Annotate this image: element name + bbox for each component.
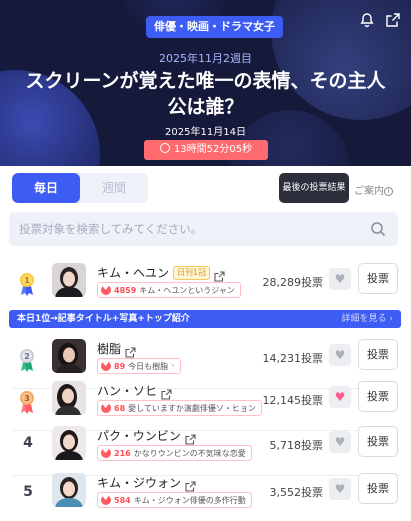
heart-icon bbox=[101, 446, 111, 458]
heart-icon bbox=[101, 283, 111, 295]
svg-text:2: 2 bbox=[24, 352, 30, 361]
vote-count: 12,145投票 bbox=[262, 394, 324, 407]
candidate-name[interactable]: キム・ジウォン bbox=[97, 474, 181, 491]
external-link-icon[interactable] bbox=[125, 343, 136, 358]
support-message-chip[interactable]: 4859 キム・ヘユンというジャン bbox=[97, 282, 241, 298]
clock-icon bbox=[159, 143, 170, 153]
vote-button[interactable]: 投票 bbox=[358, 381, 398, 412]
candidate-name[interactable]: ハン・ソヒ bbox=[97, 382, 157, 399]
daily-winner-banner: 本日1位→記事タイトル+写真+トップ紹介 詳細を見る › bbox=[9, 310, 401, 328]
rank-number: 5 bbox=[23, 484, 33, 500]
candidate-name[interactable]: 樹脂 bbox=[97, 340, 121, 357]
support-count: 68 bbox=[114, 403, 126, 413]
support-message: キム・ジウォン俳優の多作行動 bbox=[133, 495, 246, 505]
support-message-chip[interactable]: 89 今日も樹脂 › bbox=[97, 358, 181, 374]
like-button[interactable]: ♥ bbox=[329, 344, 351, 366]
support-message-chip[interactable]: 216 かなりウンビンの不気味な恋愛 bbox=[97, 445, 252, 461]
like-button[interactable]: ♥ bbox=[329, 431, 351, 453]
support-count: 584 bbox=[114, 495, 131, 505]
banner-text: 本日1位→記事タイトル+写真+トップ紹介 bbox=[17, 314, 190, 324]
category-badge: 俳優・映画・ドラマ女子 bbox=[146, 16, 283, 38]
silver-medal-icon: 2 bbox=[19, 348, 35, 372]
banner-more-link[interactable]: 詳細を見る › bbox=[342, 310, 393, 328]
poll-week: 2025年11月2週目 bbox=[159, 52, 252, 65]
chevron-right-icon: › bbox=[171, 361, 175, 371]
vote-button[interactable]: 投票 bbox=[358, 426, 398, 457]
countdown-text: 13時間52分05秒 bbox=[173, 144, 253, 155]
vote-count: 5,718投票 bbox=[269, 439, 324, 452]
like-button[interactable]: ♥ bbox=[329, 268, 351, 290]
support-message-chip[interactable]: 584 キム・ジウォン俳優の多作行動 bbox=[97, 492, 252, 508]
support-message-chip[interactable]: 68 愛していますか演劇俳優ソ・ヒョン bbox=[97, 400, 262, 416]
share-icon[interactable] bbox=[385, 12, 401, 28]
external-link-icon[interactable] bbox=[185, 477, 196, 492]
period-tabs: 毎日 週間 bbox=[12, 173, 148, 203]
gold-medal-icon: 1 bbox=[19, 272, 35, 296]
heart-icon bbox=[101, 401, 111, 413]
external-link-icon[interactable] bbox=[214, 267, 225, 282]
support-message: 愛していますか演劇俳優ソ・ヒョン bbox=[128, 403, 256, 413]
countdown-timer: 13時間52分05秒 bbox=[144, 140, 268, 160]
like-button[interactable]: ♥ bbox=[329, 386, 351, 408]
rank-number: 4 bbox=[23, 435, 33, 451]
daily-crown-badge: 日刊1冠 bbox=[173, 265, 211, 280]
tab-daily[interactable]: 毎日 bbox=[12, 173, 80, 203]
search-icon[interactable] bbox=[370, 221, 386, 237]
avatar[interactable] bbox=[52, 426, 86, 460]
support-count: 4859 bbox=[114, 285, 137, 295]
candidate-name[interactable]: キム・ヘユン bbox=[97, 264, 169, 281]
support-message: 今日も樹脂 bbox=[128, 361, 169, 371]
bell-icon[interactable] bbox=[359, 12, 375, 28]
guide-label: ご案内 bbox=[354, 186, 384, 197]
vote-button[interactable]: 投票 bbox=[358, 339, 398, 370]
guide-link[interactable]: ご案内 i bbox=[354, 182, 393, 197]
vote-count: 14,231投票 bbox=[262, 352, 324, 365]
poll-date: 2025年11月14日 bbox=[165, 127, 246, 138]
search-input[interactable] bbox=[19, 212, 359, 246]
vote-button[interactable]: 投票 bbox=[358, 263, 398, 294]
bronze-medal-icon: 3 bbox=[19, 390, 35, 414]
avatar[interactable] bbox=[52, 339, 86, 373]
avatar[interactable] bbox=[52, 381, 86, 415]
vote-button[interactable]: 投票 bbox=[358, 473, 398, 504]
hero-banner: 俳優・映画・ドラマ女子 2025年11月2週目 スクリーンが覚えた唯一の表情、そ… bbox=[0, 0, 411, 166]
svg-text:3: 3 bbox=[24, 394, 30, 403]
candidate-name[interactable]: パク・ウンビン bbox=[97, 427, 181, 444]
svg-text:1: 1 bbox=[24, 276, 30, 285]
external-link-icon[interactable] bbox=[185, 430, 196, 445]
vote-count: 3,552投票 bbox=[269, 486, 324, 499]
support-count: 89 bbox=[114, 361, 126, 371]
support-count: 216 bbox=[114, 448, 131, 458]
vote-count: 28,289投票 bbox=[262, 276, 324, 289]
poll-title: スクリーンが覚えた唯一の表情、その主人公は誰？ bbox=[25, 70, 386, 118]
ranking-row: 1 キム・ヘユン 日刊1冠 4859 キム・ヘユンというジャン 28,289投票… bbox=[0, 258, 411, 313]
support-message: キム・ヘユンというジャン bbox=[139, 285, 235, 295]
like-button[interactable]: ♥ bbox=[329, 478, 351, 500]
avatar[interactable] bbox=[52, 263, 86, 297]
tab-weekly[interactable]: 週間 bbox=[80, 173, 148, 203]
search-bar bbox=[9, 212, 398, 246]
external-link-icon[interactable] bbox=[161, 385, 172, 400]
last-result-button[interactable]: 最後の投票結果 bbox=[279, 173, 349, 203]
heart-icon bbox=[101, 493, 111, 505]
heart-icon bbox=[101, 359, 111, 371]
avatar[interactable] bbox=[52, 473, 86, 507]
support-message: かなりウンビンの不気味な恋愛 bbox=[133, 448, 246, 458]
ranking-row: 5 キム・ジウォン 584 キム・ジウォン俳優の多作行動 3,552投票 ♥ 投… bbox=[0, 468, 411, 521]
info-icon: i bbox=[384, 187, 393, 196]
